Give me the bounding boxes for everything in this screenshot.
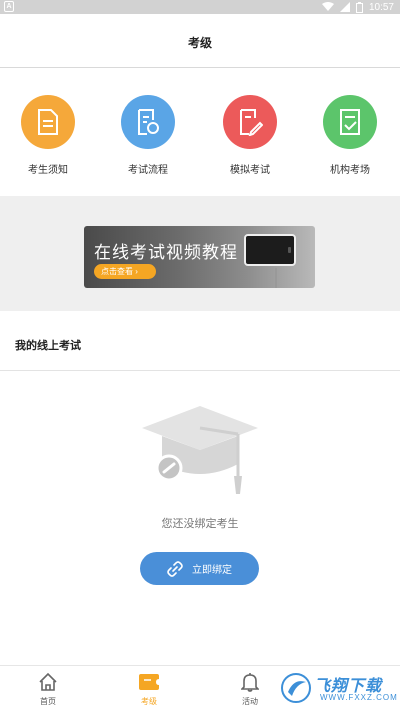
section-title: 我的线上考试 [15, 340, 81, 352]
phone-image [244, 234, 296, 266]
page-title: 考级 [187, 36, 212, 50]
document-icon [21, 95, 75, 149]
notification-icon: A [4, 1, 14, 12]
bind-now-button[interactable]: 立即绑定 [140, 552, 259, 585]
banner-view-button[interactable]: 点击查看 › [94, 264, 156, 279]
link-icon [167, 560, 183, 577]
status-icons: 10:57 [321, 0, 394, 14]
empty-message: 您还没绑定考生 [161, 518, 239, 530]
status-time: 10:57 [368, 1, 394, 13]
feature-label: 考试流程 [128, 165, 168, 176]
feature-grid: 考生须知 考试流程 模拟考试 机构考场 [0, 68, 400, 196]
top-header: 考级 [0, 14, 400, 68]
feature-label: 机构考场 [330, 165, 370, 176]
graduation-cap-icon [140, 398, 260, 503]
bell-icon [220, 670, 280, 694]
video-tutorial-banner[interactable]: 在线考试视频教程 点击查看 › [84, 226, 315, 288]
empty-state: 您还没绑定考生 立即绑定 [0, 372, 400, 672]
feature-label: 模拟考试 [230, 165, 270, 176]
my-online-exams-header: 我的线上考试 [0, 311, 400, 371]
feature-exam-notice[interactable]: 考生须知 [8, 95, 88, 176]
feature-institution-venue[interactable]: 机构考场 [310, 95, 390, 176]
banner-title: 在线考试视频教程 [94, 243, 238, 262]
banner-area: 在线考试视频教程 点击查看 › [0, 196, 400, 311]
feature-label: 考生须知 [28, 165, 68, 176]
watermark-logo-icon [281, 673, 311, 703]
feature-mock-exam[interactable]: 模拟考试 [210, 95, 290, 176]
tab-label: 首页 [40, 697, 56, 706]
bind-now-label: 立即绑定 [192, 565, 232, 576]
tab-home[interactable]: 首页 [18, 670, 78, 707]
tab-label: 考级 [141, 697, 157, 706]
watermark-url: WWW.FXXZ.COM [320, 693, 398, 702]
process-icon [121, 95, 175, 149]
tab-exam-level[interactable]: 考级 [119, 670, 179, 707]
wifi-icon [321, 2, 334, 11]
feature-exam-process[interactable]: 考试流程 [108, 95, 188, 176]
tab-activity[interactable]: 活动 [220, 670, 280, 707]
ticket-icon [119, 670, 179, 694]
signal-no-sim-icon [339, 2, 350, 12]
tripod-image [265, 268, 277, 288]
status-bar: A 10:57 [0, 0, 400, 14]
edit-icon [223, 95, 277, 149]
tab-label: 活动 [242, 697, 258, 706]
site-watermark: 飞翔下载 WWW.FXXZ.COM [280, 668, 397, 708]
home-icon [18, 670, 78, 694]
battery-icon [355, 1, 363, 13]
checklist-icon [323, 95, 377, 149]
